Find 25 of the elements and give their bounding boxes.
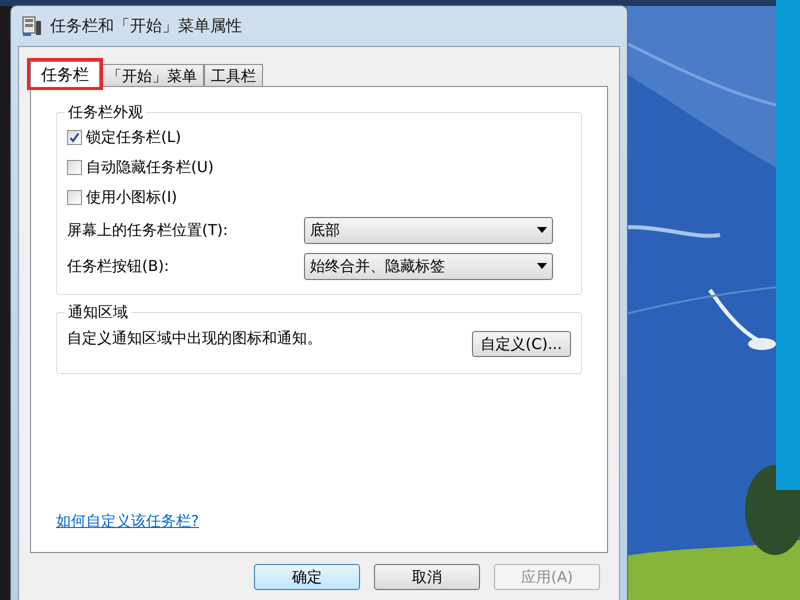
checkmark-icon [69,132,80,142]
description-text: 自定义通知区域中出现的图标和通知。 [67,328,322,349]
dialog-button[interactable]: 确定 [254,564,360,590]
help-link[interactable]: 如何自定义该任务栏? [56,510,199,532]
tab[interactable]: 任务栏 [30,61,100,87]
checkbox[interactable] [67,190,82,204]
dropdown-label: 任务栏按钮(B): [67,256,170,277]
tab[interactable]: 「开始」菜单 [100,64,204,87]
tab[interactable]: 工具栏 [204,64,263,87]
group-title: 通知区域 [65,302,131,322]
window-title: 任务栏和「开始」菜单属性 [50,15,242,37]
group-title: 任务栏外观 [65,102,146,122]
customize-button[interactable]: 自定义(C)... [472,331,571,357]
checkbox-label: 锁定任务栏(L) [86,126,182,148]
checkbox-label: 使用小图标(I) [86,186,178,208]
dropdown-label: 屏幕上的任务栏位置(T): [67,220,229,241]
dropdown[interactable]: 底部 [304,216,553,244]
checkbox[interactable] [67,130,82,144]
dialog-button[interactable]: 取消 [374,564,480,590]
checkbox-label: 自动隐藏任务栏(U) [86,156,214,178]
checkbox[interactable] [67,160,82,174]
caret-icon [537,227,547,233]
dropdown[interactable]: 始终合并、隐藏标签 [304,252,553,280]
caret-icon [537,263,547,269]
taskbar-window-icon [22,15,42,37]
